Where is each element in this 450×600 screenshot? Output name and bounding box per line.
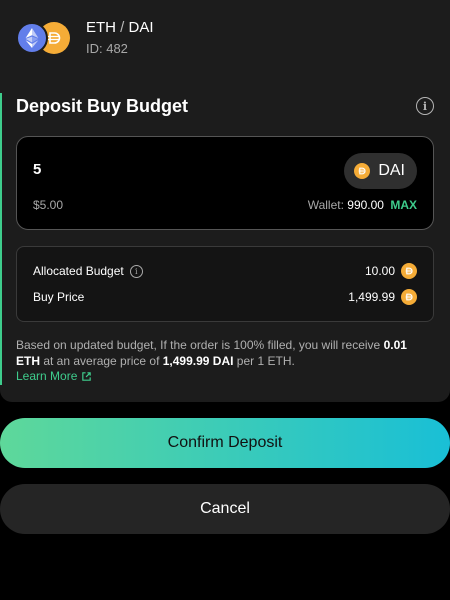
deposit-card: ETH / DAI ID: 482 Deposit Buy Budget i D… [0,0,450,402]
wallet-balance: Wallet: 990.00 MAX [308,198,417,212]
note-text-2: at an average price of [40,354,163,368]
dai-icon [401,263,417,279]
wallet-balance-value: 990.00 [347,198,384,212]
pair-base: ETH [86,19,116,36]
pair-separator: / [120,19,125,36]
dai-icon [354,163,371,179]
allocated-budget-value: 10.00 [364,264,395,278]
wallet-label: Wallet: [307,198,344,212]
buy-price-row: Buy Price 1,499.99 [33,287,417,307]
deposit-section: Deposit Buy Budget i DAI $5.00 Wallet: 9… [0,93,450,385]
pair-name: ETH / DAI [86,19,154,36]
pair-header: ETH / DAI ID: 482 [16,16,436,60]
info-icon[interactable]: i [129,264,143,278]
token-label: DAI [378,162,405,179]
note-price: 1,499.99 DAI [162,354,234,368]
budget-input-box: DAI $5.00 Wallet: 990.00 MAX [16,136,434,230]
max-button[interactable]: MAX [390,198,417,212]
allocated-budget-label: Allocated Budget [33,264,124,278]
learn-more-label: Learn More [16,369,78,383]
fill-note: Based on updated budget, If the order is… [16,337,426,369]
dai-icon [401,289,417,305]
allocated-budget-row: Allocated Budget i 10.00 [33,261,417,281]
pair-quote: DAI [128,19,154,36]
section-title: Deposit Buy Budget [16,96,189,116]
usd-value: $5.00 [33,198,64,212]
note-text-3: per 1 ETH. [233,354,295,368]
order-details: Allocated Budget i 10.00 Buy Price 1,499… [16,246,434,322]
token-pair-icons [16,22,72,54]
buy-price-label: Buy Price [33,290,85,304]
info-icon[interactable]: i [416,97,434,115]
cancel-button[interactable]: Cancel [0,484,450,534]
learn-more-link[interactable]: Learn More [16,369,92,383]
allocated-budget-key: Allocated Budget i [33,264,143,278]
confirm-deposit-button[interactable]: Confirm Deposit [0,418,450,468]
external-link-icon [82,371,92,381]
buy-price-value: 1,499.99 [348,290,395,304]
allocated-budget-value-wrap: 10.00 [365,263,417,279]
token-selector[interactable]: DAI [344,153,417,189]
eth-icon [16,22,48,54]
budget-amount-input[interactable] [33,161,233,178]
pair-id: ID: 482 [86,41,128,56]
note-text-1: Based on updated budget, If the order is… [16,338,384,352]
buy-price-value-wrap: 1,499.99 [348,289,417,305]
